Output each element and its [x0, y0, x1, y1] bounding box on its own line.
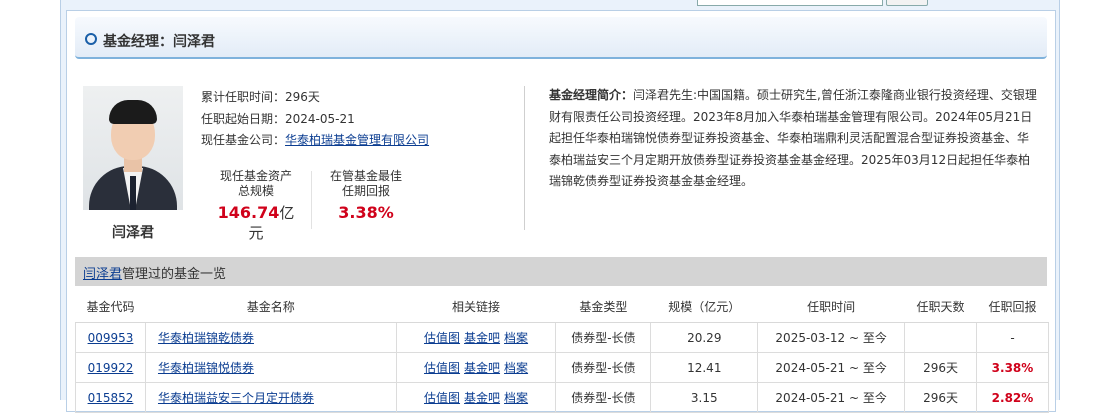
assets-label-1: 现任基金资产: [219, 169, 292, 183]
fund-type: 债券型-长债: [555, 382, 652, 413]
start-date-value: 2024-05-21: [285, 111, 355, 126]
fund-name-link[interactable]: 华泰柏瑞锦悦债券: [158, 361, 254, 375]
page-title: 基金经理：闫泽君: [103, 34, 215, 50]
stat-divider: [311, 171, 312, 229]
tenure-return: 2.82%: [975, 382, 1050, 413]
tenure-days: 296天: [904, 382, 977, 413]
manager-photo: [83, 86, 183, 210]
manager-intro: 基金经理简介：闫泽君先生:中国国籍。硕士研究生,曾任浙江泰隆商业银行投资经理、交…: [549, 85, 1039, 193]
assets-value: 146.74: [217, 203, 280, 222]
fund-forum-link[interactable]: 基金吧: [464, 331, 500, 345]
manager-name-link[interactable]: 闫泽君: [83, 267, 122, 282]
col-header: 规模（亿元）: [650, 290, 758, 323]
fund-profile-link[interactable]: 档案: [504, 361, 528, 375]
tenure-return: 3.38%: [975, 352, 1050, 383]
col-header: 任职时间: [757, 290, 905, 323]
col-header: 相关链接: [396, 290, 556, 323]
fund-size: 20.29: [650, 322, 759, 353]
table-row: 015852 华泰柏瑞益安三个月定开债券 估值图 基金吧 档案 债券型-长债 3.1…: [75, 382, 1050, 413]
tenure-label: 累计任职时间：: [201, 90, 286, 104]
fund-code-link[interactable]: 015852: [88, 391, 134, 405]
fund-name-link[interactable]: 华泰柏瑞益安三个月定开债券: [158, 391, 314, 405]
valuation-chart-link[interactable]: 估值图: [424, 331, 460, 345]
tenure-period: 2024-05-21 ~ 至今: [757, 352, 906, 383]
fund-forum-link[interactable]: 基金吧: [464, 391, 500, 405]
fund-type: 债券型-长债: [555, 322, 652, 353]
title-bar: 基金经理：闫泽君: [75, 17, 1047, 59]
table-row: 009953 华泰柏瑞锦乾债券 估值图 基金吧 档案 债券型-长债 20.29 20…: [75, 322, 1050, 353]
assets-stat: 现任基金资产 总规模 146.74亿元: [211, 169, 301, 243]
fund-code-link[interactable]: 019922: [88, 361, 134, 375]
tenure-days: 296天: [904, 352, 977, 383]
manager-name: 闫泽君: [112, 225, 154, 241]
table-header-row: 基金代码 基金名称 相关链接 基金类型 规模（亿元） 任职时间 任职天数 任职回…: [75, 290, 1049, 323]
fund-type: 债券型-长债: [555, 352, 652, 383]
return-label-1: 在管基金最佳: [329, 169, 402, 183]
tenure-return: -: [975, 322, 1050, 353]
search-input[interactable]: [697, 0, 883, 6]
manager-info: 累计任职时间：296天 任职起始日期：2024-05-21 现任基金公司：华泰柏…: [201, 87, 429, 152]
tenure-value: 296天: [285, 90, 320, 104]
table-row: 019922 华泰柏瑞锦悦债券 估值图 基金吧 档案 债券型-长债 12.41 20…: [75, 352, 1050, 383]
intro-label: 基金经理简介：: [549, 88, 634, 102]
tenure-days: [904, 322, 977, 353]
fund-table: 基金代码 基金名称 相关链接 基金类型 规模（亿元） 任职时间 任职天数 任职回…: [75, 290, 1050, 413]
fund-size: 3.15: [650, 382, 759, 413]
start-date-label: 任职起始日期：: [201, 111, 286, 126]
section-divider: [524, 86, 525, 230]
return-value: 3.38%: [338, 203, 394, 222]
search-button[interactable]: [886, 0, 928, 6]
fund-list-title: 管理过的基金一览: [122, 267, 227, 282]
assets-label-2: 总规模: [237, 184, 274, 198]
fund-profile-link[interactable]: 档案: [504, 391, 528, 405]
valuation-chart-link[interactable]: 估值图: [424, 391, 460, 405]
intro-text: 闫泽君先生:中国国籍。硕士研究生,曾任浙江泰隆商业银行投资经理、交银理财有限责任…: [549, 88, 1037, 188]
fund-name-link[interactable]: 华泰柏瑞锦乾债券: [158, 331, 254, 345]
company-label: 现任基金公司：: [201, 133, 286, 147]
col-header: 任职天数: [904, 290, 977, 323]
fund-forum-link[interactable]: 基金吧: [464, 361, 500, 375]
fund-size: 12.41: [650, 352, 759, 383]
tenure-period: 2025-03-12 ~ 至今: [757, 322, 906, 353]
valuation-chart-link[interactable]: 估值图: [424, 361, 460, 375]
col-header: 基金名称: [145, 290, 397, 323]
fund-code-link[interactable]: 009953: [88, 331, 134, 345]
return-label-2: 任期回报: [341, 184, 390, 198]
fund-profile-link[interactable]: 档案: [504, 331, 528, 345]
manager-panel: 基金经理：闫泽君 闫泽君 累计任职时间：296天 任职起始日期：2024-05-…: [66, 10, 1056, 413]
return-stat: 在管基金最佳 任期回报 3.38%: [321, 169, 411, 223]
company-link[interactable]: 华泰柏瑞基金管理有限公司: [285, 133, 429, 147]
col-header: 基金代码: [75, 290, 146, 323]
col-header: 基金类型: [555, 290, 651, 323]
fund-list-header: 闫泽君管理过的基金一览: [75, 257, 1047, 286]
col-header: 任职回报: [976, 290, 1049, 323]
circle-bullet-icon: [85, 33, 97, 45]
tenure-period: 2024-05-21 ~ 至今: [757, 382, 906, 413]
